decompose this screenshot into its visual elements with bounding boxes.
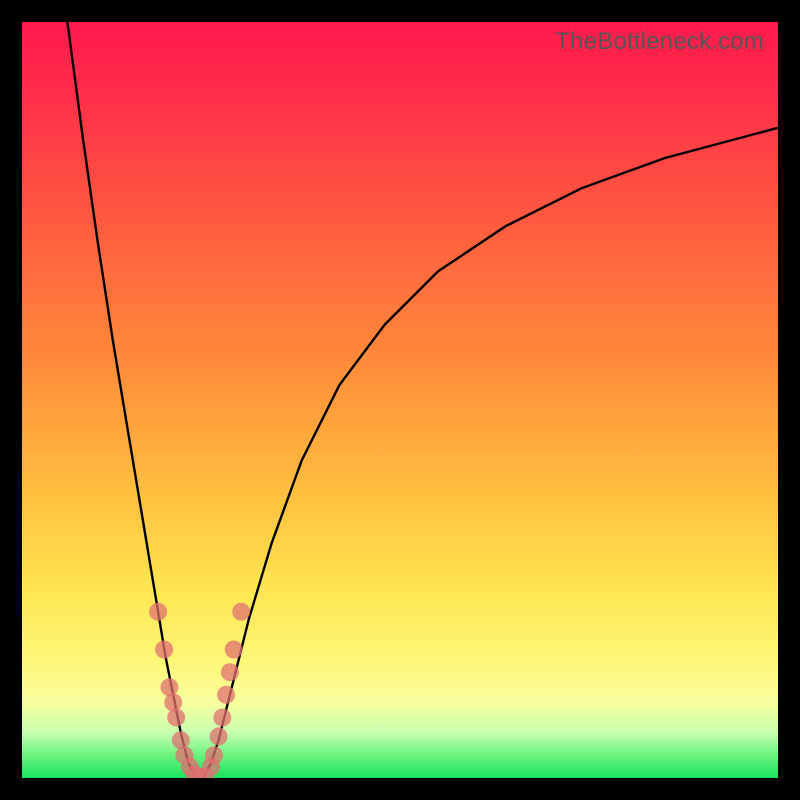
marker-dot [213, 709, 231, 727]
marker-dot [160, 678, 178, 696]
marker-dot [155, 641, 173, 659]
marker-dot [167, 709, 185, 727]
marker-dot [205, 746, 223, 764]
plot-area: TheBottleneck.com [22, 22, 778, 778]
marker-dot [232, 603, 250, 621]
marker-dot [149, 603, 167, 621]
marker-dot [164, 693, 182, 711]
chart-frame: TheBottleneck.com [0, 0, 800, 800]
marker-dot [217, 686, 235, 704]
marker-dots [149, 603, 250, 778]
bottleneck-curve-left [67, 22, 196, 778]
marker-dot [210, 727, 228, 745]
marker-dot [221, 663, 239, 681]
bottleneck-curve-right [203, 128, 778, 778]
chart-svg [22, 22, 778, 778]
marker-dot [172, 731, 190, 749]
marker-dot [225, 641, 243, 659]
